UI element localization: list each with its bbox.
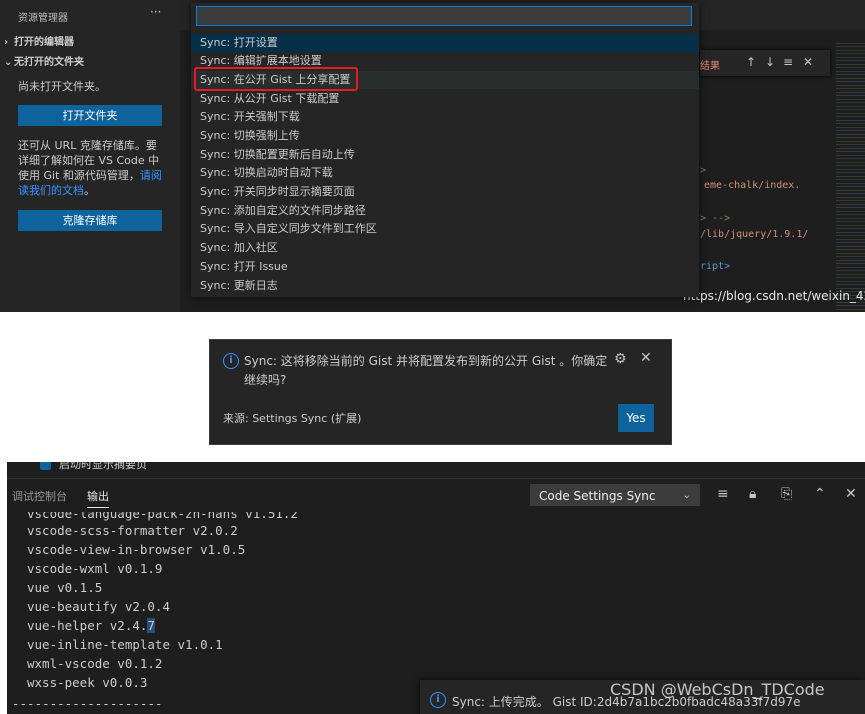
open-folder-button[interactable]: 打开文件夹 — [18, 105, 162, 126]
close-panel-icon[interactable]: ✕ — [845, 486, 857, 502]
notification-toast: i Sync: 这将移除当前的 Gist 并将配置发布到新的公开 Gist 。你… — [209, 339, 672, 445]
lock-icon[interactable]: 🔒︎ — [749, 486, 756, 502]
watermark: https://blog.csdn.net/weixin_42 — [683, 289, 865, 303]
palette-item[interactable]: Sync: 更新日志 — [191, 277, 699, 295]
output-line: vue-helper v2.4.7 — [27, 618, 155, 633]
output-line: vscode-view-in-browser v1.0.5 — [27, 542, 246, 557]
code-fragment: ript> — [700, 261, 731, 272]
palette-item[interactable]: Sync: 切换配置更新后自动上传 — [191, 146, 699, 164]
output-line: vue-beautify v2.0.4 — [27, 599, 170, 614]
selection-icon[interactable]: ≡ — [783, 55, 793, 69]
tab-output[interactable]: 输出 — [87, 488, 109, 508]
explorer-sidebar: 资源管理器 ··· › 打开的编辑器 ⌄ 无打开的文件夹 尚未打开文件夹。 打开文件… — [0, 0, 180, 312]
no-folder-message: 尚未打开文件夹。 — [18, 80, 106, 93]
vscode-window-top: 资源管理器 ··· › 打开的编辑器 ⌄ 无打开的文件夹 尚未打开文件夹。 打开文件… — [0, 0, 865, 312]
code-fragment: > --> — [700, 213, 731, 224]
arrow-up-icon[interactable]: ↑ — [746, 55, 756, 69]
partial-setting-label: 启动时显示摘要页 — [59, 462, 147, 471]
output-line: vscode-wxml v0.1.9 — [27, 561, 163, 576]
output-separator: -------------------- — [12, 696, 163, 711]
gear-icon[interactable]: ⚙ — [614, 351, 627, 367]
maximize-panel-icon[interactable]: ⌃ — [814, 486, 826, 502]
watermark: CSDN @WebCsDn_TDCode — [610, 680, 825, 699]
output-line: vscode-scss-formatter v2.0.2 — [27, 523, 238, 538]
output-line: vue v0.1.5 — [27, 580, 103, 595]
chevron-down-icon: ⌄ — [682, 490, 691, 501]
command-palette: Sync: 打开设置 Sync: 编辑扩展本地设置 Sync: 在公开 Gist… — [191, 3, 699, 297]
output-panel: 启动时显示摘要页 调试控制台 输出 Code Settings Sync ⌄ ≡… — [7, 462, 865, 714]
docs-link-cont[interactable]: 读我们的文档 — [18, 184, 84, 197]
palette-item[interactable]: Sync: 导入自定义同步文件到工作区 — [191, 220, 699, 238]
docs-link[interactable]: 请阅 — [140, 169, 162, 182]
close-icon[interactable]: ✕ — [640, 350, 652, 366]
palette-item[interactable]: Sync: 从公开 Gist 下载配置 — [191, 90, 699, 108]
code-fragment: /lib/jquery/1.9.1/ — [700, 229, 809, 240]
info-icon: i — [223, 353, 239, 369]
partial-setting-row: 启动时显示摘要页 — [7, 462, 865, 476]
output-line: wxml-vscode v0.1.2 — [27, 656, 163, 671]
filter-list-icon[interactable]: ≡ — [717, 486, 729, 502]
minimap[interactable] — [836, 40, 865, 310]
panel-tabbar: 调试控制台 输出 Code Settings Sync ⌄ ≡ 🔒︎ ⎘ ⌃ ✕ — [7, 478, 865, 511]
code-fragment: eme-chalk/index. — [704, 180, 801, 191]
output-channel-select[interactable]: Code Settings Sync ⌄ — [530, 484, 700, 506]
tab-debug-console[interactable]: 调试控制台 — [12, 488, 67, 504]
clone-repo-button[interactable]: 克隆存储库 — [18, 210, 162, 231]
open-editors-section[interactable]: › 打开的编辑器 — [4, 33, 74, 48]
text-cursor: 7 — [147, 618, 155, 633]
notification-message: Sync: 这将移除当前的 Gist 并将配置发布到新的公开 Gist 。你确定… — [244, 354, 608, 387]
yes-button[interactable]: Yes — [618, 404, 654, 432]
clone-message: 还可从 URL 克隆存储库。要 详细了解如何在 VS Code 中 使用 Git… — [18, 139, 162, 197]
palette-item[interactable]: Sync: 添加自定义的文件同步路径 — [191, 202, 699, 220]
palette-item[interactable]: Sync: 切换强制上传 — [191, 127, 699, 145]
find-widget: 结果 ↑ ↓ ≡ ✕ — [700, 50, 830, 76]
palette-item[interactable]: Sync: 打开 Issue — [191, 258, 699, 276]
arrow-down-icon[interactable]: ↓ — [765, 55, 775, 69]
palette-item[interactable]: Sync: 加入社区 — [191, 239, 699, 257]
palette-item[interactable]: Sync: 切换启动时自动下载 — [191, 164, 699, 182]
checkbox[interactable] — [40, 462, 51, 470]
palette-item[interactable]: Sync: 开关强制下载 — [191, 108, 699, 126]
chevron-down-icon: ⌄ — [4, 57, 13, 68]
find-result: 结果 — [700, 61, 720, 72]
highlight-box — [194, 67, 358, 91]
output-line: wxss-peek v0.0.3 — [27, 675, 148, 690]
palette-item[interactable]: Sync: 打开设置 — [191, 34, 699, 52]
output-line: vue-inline-template v1.0.1 — [27, 637, 223, 652]
info-icon: i — [430, 692, 446, 708]
palette-item[interactable]: Sync: 开关同步时显示摘要页面 — [191, 183, 699, 201]
more-actions-icon[interactable]: ··· — [150, 5, 161, 19]
close-icon[interactable]: ✕ — [803, 55, 813, 69]
command-palette-input[interactable] — [196, 6, 692, 26]
clear-output-icon[interactable]: ⎘ — [781, 486, 792, 502]
no-folder-section[interactable]: ⌄ 无打开的文件夹 — [4, 53, 84, 68]
code-fragment: > — [700, 165, 707, 176]
chevron-right-icon: › — [4, 37, 9, 48]
explorer-title: 资源管理器 — [18, 13, 68, 24]
notification-source: 来源: Settings Sync (扩展) — [223, 412, 362, 425]
